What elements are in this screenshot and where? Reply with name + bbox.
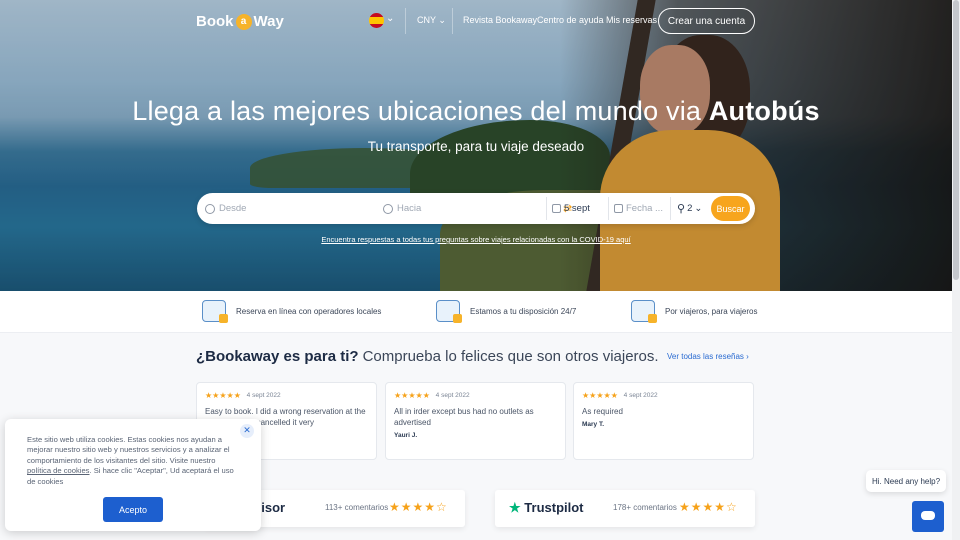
location-icon bbox=[205, 203, 215, 214]
hero-title: Llega a las mejores ubicaciones del mund… bbox=[132, 96, 820, 126]
review-text: All in irder except bus had no outlets a… bbox=[394, 407, 534, 427]
accept-cookies-button[interactable]: Acepto bbox=[103, 497, 163, 522]
chat-bubble[interactable]: Hi. Need any help? bbox=[866, 470, 946, 492]
date-field[interactable]: 5 sept bbox=[552, 193, 607, 224]
review-author: Mary T. bbox=[582, 421, 605, 428]
nav-link-bookings[interactable]: Mis reservas bbox=[606, 15, 657, 25]
review-stars: ★★★★★ 4 sept 2022 bbox=[394, 391, 470, 400]
from-field[interactable]: Desde bbox=[205, 193, 360, 224]
chat-icon[interactable] bbox=[912, 501, 944, 532]
feature-item: Reserva en línea con operadores locales bbox=[202, 300, 381, 323]
review-stars: ★★★★★ 4 sept 2022 bbox=[582, 391, 658, 400]
rating-stars: ★★★★☆ bbox=[389, 500, 448, 514]
traveler-icon bbox=[631, 300, 657, 323]
cookie-policy-link[interactable]: política de cookies bbox=[27, 466, 89, 475]
feature-item: Estamos a tu disposición 24/7 bbox=[436, 300, 576, 323]
nav-divider bbox=[405, 8, 406, 34]
nav-divider bbox=[452, 8, 453, 34]
reviews-title: ¿Bookaway es para ti? Comprueba lo felice… bbox=[196, 348, 659, 365]
search-bar: Desde ⇄ Hacia 5 sept Fecha ... ⚲ 2 ⌄ bbox=[197, 193, 755, 224]
create-account-button[interactable]: Crear una cuenta bbox=[658, 8, 755, 34]
calendar-icon bbox=[552, 204, 561, 213]
review-count: 113+ comentarios bbox=[325, 503, 389, 512]
rating-stars: ★★★★☆ bbox=[679, 500, 738, 514]
location-pin-icon bbox=[383, 203, 393, 214]
cookie-text: Este sitio web utiliza cookies. Estas co… bbox=[27, 435, 234, 486]
to-field[interactable]: Hacia bbox=[383, 193, 543, 224]
return-date-field[interactable]: Fecha ... bbox=[614, 193, 666, 224]
bookaway-logo[interactable]: Book a Way bbox=[196, 13, 284, 30]
trustpilot-logo: ★ Trustpilot bbox=[509, 500, 584, 515]
passengers-selector[interactable]: ⚲ 2 ⌄ bbox=[677, 193, 707, 224]
bus-icon bbox=[202, 300, 228, 323]
trustpilot-rating[interactable]: ★ Trustpilot 178+ comentarios ★★★★☆ bbox=[495, 490, 755, 527]
review-card: ★★★★★ 4 sept 2022 As required Mary T. bbox=[573, 382, 754, 460]
hero-subtitle: Tu transporte, para tu viaje deseado bbox=[367, 139, 585, 154]
nav-link-help[interactable]: Centro de ayuda bbox=[537, 15, 604, 25]
review-card: ★★★★★ 4 sept 2022 All in irder except bu… bbox=[385, 382, 566, 460]
search-button[interactable]: Buscar bbox=[711, 196, 750, 221]
covid-info-link[interactable]: Encuentra respuestas a todas tus pregunt… bbox=[0, 235, 952, 244]
person-icon: ⚲ bbox=[677, 203, 686, 215]
chevron-down-icon[interactable]: ⌄ bbox=[386, 13, 394, 24]
nav-link-magazine[interactable]: Revista Bookaway bbox=[463, 15, 537, 25]
scrollbar-thumb[interactable] bbox=[953, 0, 959, 280]
calendar-icon bbox=[614, 204, 623, 213]
spain-flag-icon[interactable] bbox=[369, 13, 384, 28]
support-icon bbox=[436, 300, 462, 323]
feature-item: Por viajeros, para viajeros bbox=[631, 300, 757, 323]
review-author: Yauri J. bbox=[394, 432, 418, 439]
chevron-down-icon: ⌄ bbox=[694, 203, 703, 214]
review-count: 178+ comentarios bbox=[613, 503, 677, 512]
features-strip: Reserva en línea con operadores locales … bbox=[0, 291, 952, 333]
review-stars: ★★★★★ 4 sept 2022 bbox=[205, 391, 281, 400]
see-all-reviews-link[interactable]: Ver todas las reseñas › bbox=[667, 352, 749, 361]
review-text: As required bbox=[582, 407, 623, 416]
close-icon[interactable]: ✕ bbox=[240, 424, 254, 438]
currency-selector[interactable]: CNY ⌄ bbox=[417, 15, 446, 26]
